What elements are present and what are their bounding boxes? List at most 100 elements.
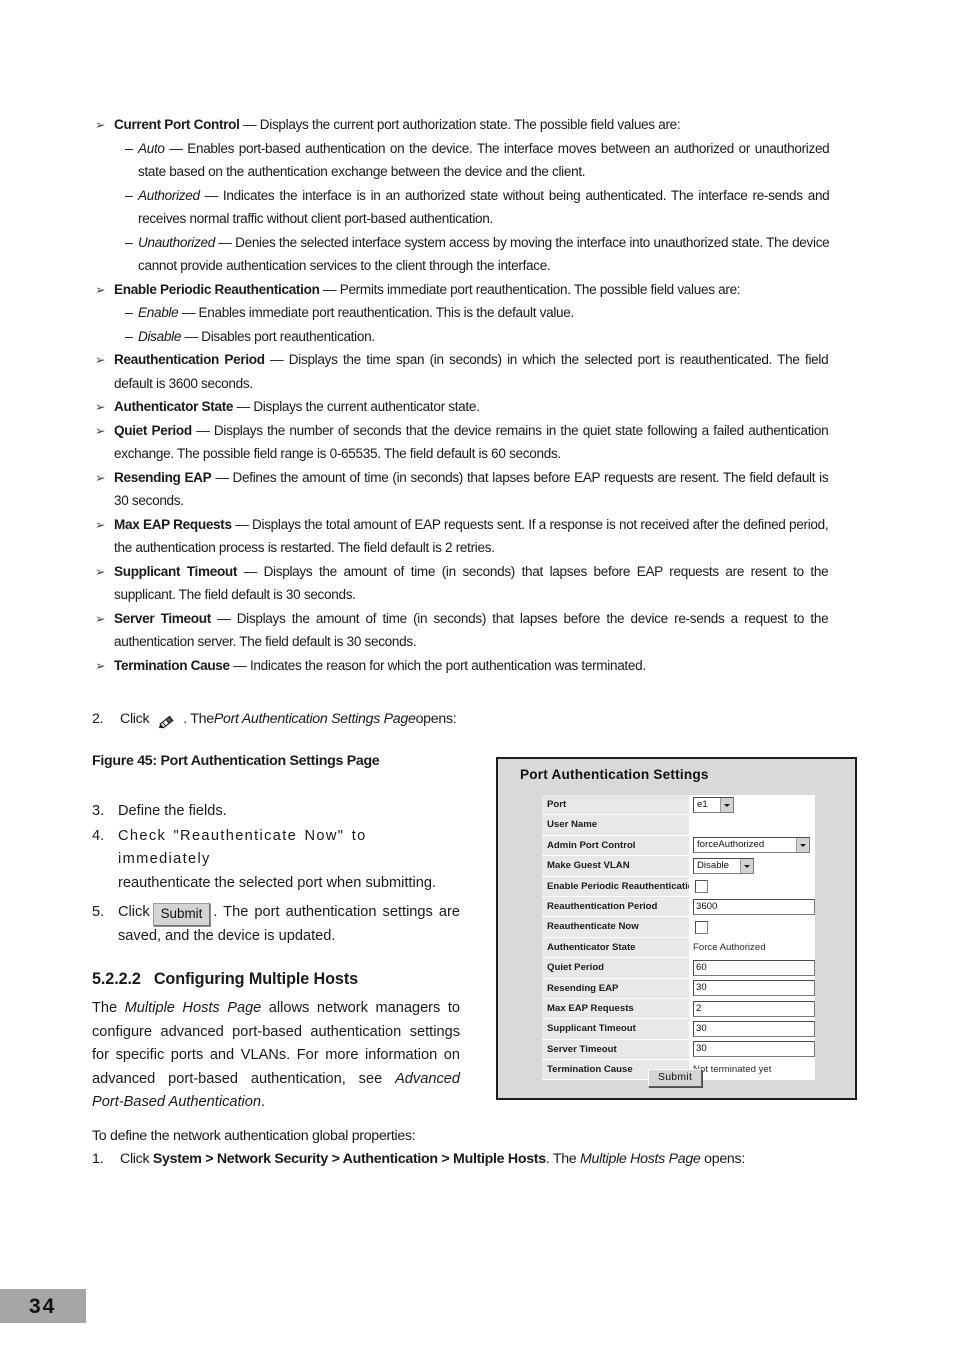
bullet-item: ➢ Quiet Period — Displays the number of s…	[92, 420, 862, 467]
document-page: ➢ Current Port Control — Displays the cur…	[0, 0, 954, 1360]
bullet-arrow-icon: ➢	[95, 282, 106, 297]
field-value-cell: Disable	[689, 856, 815, 876]
sub-dash-icon: –	[125, 187, 133, 204]
bullet-sub-item: – Authorized — Indicates the interface is…	[92, 185, 862, 232]
settings-row: Reauthenticate Now	[542, 917, 815, 938]
field-value-cell	[689, 815, 815, 835]
field-value-cell: forceAuthorized	[689, 835, 815, 856]
step-4: 4. Check "Reauthenticate Now" to immedia…	[92, 825, 460, 896]
settings-row: User Name	[542, 815, 815, 836]
input-resending-eap[interactable]: 30	[693, 980, 815, 997]
input-supplicant-timeout[interactable]: 30	[693, 1020, 815, 1037]
section-para-a: The	[92, 1000, 125, 1016]
field-label: Max EAP Requests	[542, 998, 689, 1019]
bullet-item: ➢ Reauthentication Period — Displays the …	[92, 349, 862, 396]
bullet-arrow-icon: ➢	[95, 470, 106, 485]
step-3-text: Define the fields.	[118, 803, 227, 819]
field-value-cell: 30	[689, 1039, 815, 1060]
bullet-description: — Defines the amount of time (in seconds…	[114, 469, 829, 510]
chevron-down-icon[interactable]	[796, 838, 809, 853]
port-authentication-settings-dialog: Port Authentication Settings Port e1 User …	[496, 757, 857, 1100]
field-label: Reauthenticate Now	[542, 917, 689, 937]
closing-tail-text: opens:	[700, 1151, 745, 1167]
bullet-sub-description: — Disables port reauthentication.	[181, 328, 375, 345]
section-number: 5.2.2.2	[92, 970, 141, 988]
bullet-text: Supplicant Timeout — Displays the amount…	[114, 561, 829, 608]
bullet-sub-item: – Disable — Disables port reauthenticatio…	[92, 326, 862, 350]
input-server-timeout[interactable]: 30	[693, 1041, 815, 1058]
section-paragraph: The Multiple Hosts Page allows network m…	[92, 997, 460, 1115]
dialog-submit-button[interactable]: Submit	[648, 1069, 703, 1087]
bullet-arrow-icon: ➢	[95, 658, 106, 673]
field-value-cell: Not terminated yet	[689, 1060, 815, 1080]
bullet-description: — Displays the current authenticator sta…	[233, 399, 480, 415]
readonly-value: Force Authorized	[693, 941, 766, 953]
settings-row: Resending EAP 30	[542, 978, 815, 999]
select-admin-port-control[interactable]: forceAuthorized	[693, 837, 810, 854]
step-2: 2. Click . The Port Authentication Setti…	[92, 709, 457, 730]
bullet-description: — Displays the amount of time (in second…	[114, 610, 829, 651]
bullet-sub-text: Unauthorized — Denies the selected inter…	[138, 232, 830, 279]
bullet-sub-item: – Auto — Enables port-based authenticatio…	[92, 138, 862, 185]
field-label: Port	[542, 795, 689, 815]
sub-dash-icon: –	[125, 234, 133, 251]
field-label: Authenticator State	[542, 937, 689, 958]
input-max-eap-requests[interactable]: 2	[693, 1000, 815, 1017]
field-label: Supplicant Timeout	[542, 1019, 689, 1039]
procedure-steps: 3. Define the fields. 4. Check "Reauthen…	[92, 800, 460, 949]
bullet-sub-term: Disable	[138, 328, 182, 345]
settings-row: Reauthentication Period 3600	[542, 896, 815, 918]
settings-row: Max EAP Requests 2	[542, 998, 815, 1020]
checkbox-reauthenticate-now[interactable]	[695, 920, 708, 934]
select-make-guest-vlan[interactable]: Disable	[693, 857, 754, 874]
section-heading: 5.2.2.2 Configuring Multiple Hosts	[92, 970, 358, 989]
closing-page-name: Multiple Hosts Page	[580, 1151, 701, 1167]
section-para-c: .	[261, 1094, 266, 1110]
bullet-item: ➢ Max EAP Requests — Displays the total a…	[92, 514, 862, 561]
bullet-term: Server Timeout	[114, 610, 211, 627]
field-label: Admin Port Control	[542, 835, 689, 856]
input-quiet-period[interactable]: 60	[693, 959, 815, 976]
chevron-down-icon[interactable]	[720, 797, 733, 812]
step-2-text-prefix: . The	[183, 711, 214, 727]
bullet-term: Enable Periodic Reauthentication	[114, 281, 320, 298]
bullet-sub-term: Authorized	[138, 187, 200, 204]
checkbox-enable-periodic-reauthentication[interactable]	[695, 879, 708, 893]
bullet-text: Current Port Control — Displays the curr…	[114, 114, 828, 138]
bullet-item: ➢ Current Port Control — Displays the cur…	[92, 114, 862, 138]
field-label: Quiet Period	[542, 958, 689, 978]
bullet-arrow-icon: ➢	[95, 423, 106, 438]
step-2-text-suffix: opens:	[415, 711, 457, 727]
bullet-arrow-icon: ➢	[95, 353, 106, 367]
closing-lead-text: To define the network authentication glo…	[92, 1128, 416, 1144]
pencil-icon[interactable]	[157, 712, 179, 730]
chevron-down-icon[interactable]	[740, 858, 753, 873]
menu-path: System > Network Security > Authenticati…	[152, 1151, 546, 1167]
page-number-band: 34	[0, 1289, 86, 1323]
settings-row: Supplicant Timeout 30	[542, 1019, 815, 1040]
step-4-text-line2: reauthenticate the selected port when su…	[118, 874, 437, 891]
select-port[interactable]: e1	[693, 796, 734, 813]
bullet-sub-text: Auto — Enables port-based authentication…	[138, 138, 830, 185]
input-reauthentication-period[interactable]: 3600	[693, 898, 815, 915]
field-value-cell: 30	[689, 978, 815, 998]
settings-row: Authenticator State Force Authorized	[542, 937, 815, 959]
select-value: Disable	[697, 859, 729, 871]
bullet-sub-text: Authorized — Indicates the interface is …	[138, 185, 830, 232]
field-label: Resending EAP	[542, 978, 689, 998]
field-value-cell: 2	[689, 998, 815, 1019]
bullet-description: — Displays the current port authorizatio…	[239, 117, 681, 133]
settings-row: Quiet Period 60	[542, 958, 815, 979]
sub-dash-icon: –	[125, 328, 133, 345]
page-number: 34	[29, 1295, 57, 1318]
bullet-sub-description: — Denies the selected interface system a…	[138, 234, 830, 275]
figure-caption: Figure 45: Port Authentication Settings …	[92, 753, 380, 769]
field-label: Server Timeout	[542, 1039, 689, 1060]
field-value-cell: 3600	[689, 896, 815, 917]
step-2-click-label: Click	[120, 711, 150, 727]
step-4-number: 4.	[92, 827, 105, 844]
bullet-text: Reauthentication Period — Displays the t…	[114, 349, 829, 396]
bullet-description: — Displays the number of seconds that th…	[114, 422, 829, 463]
submit-button-inline[interactable]: Submit	[152, 903, 211, 926]
step-2-number: 2.	[92, 711, 104, 727]
